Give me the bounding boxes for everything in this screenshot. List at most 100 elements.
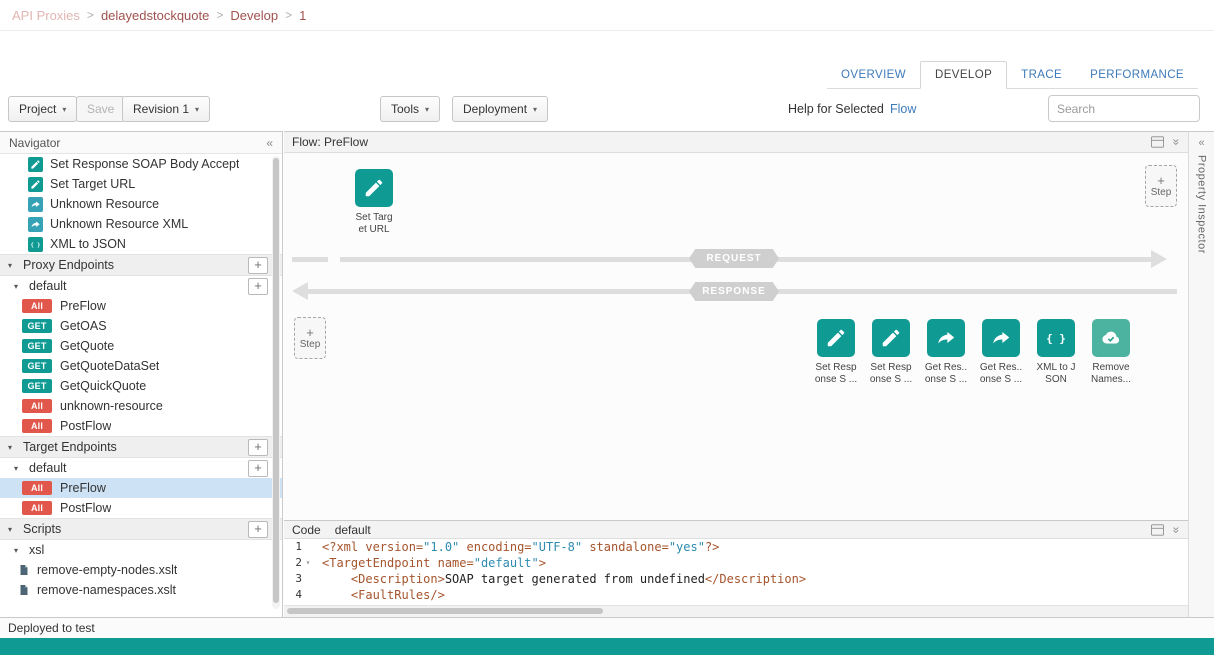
pencil-icon <box>28 157 43 172</box>
add-button[interactable]: + <box>248 521 268 538</box>
nav-file-remove-namespaces-xslt[interactable]: remove-namespaces.xslt <box>0 580 282 600</box>
breadcrumb-item-api-proxies[interactable]: API Proxies <box>12 8 80 23</box>
step-label: Set Response S ... <box>870 362 912 386</box>
selected-flow-link[interactable]: Flow <box>890 102 916 116</box>
flow-step-get-res-onse-s[interactable]: Get Res..onse S ... <box>927 319 965 386</box>
response-steps-row: Set Response S ... Set Response S ... Get … <box>817 319 1130 386</box>
nav-file-remove-empty-nodes-xslt[interactable]: remove-empty-nodes.xslt <box>0 560 282 580</box>
navigator-header: Navigator « <box>0 132 282 154</box>
nav-flow-unknown-resource[interactable]: Allunknown-resource <box>0 396 282 416</box>
nav-item-label: PostFlow <box>60 501 111 515</box>
nav-item-label: remove-empty-nodes.xslt <box>37 563 177 577</box>
braces-icon[interactable]: { } <box>1037 319 1075 357</box>
code-horizontal-scrollbar <box>284 605 1188 617</box>
pencil-icon[interactable] <box>817 319 855 357</box>
add-step-button[interactable]: +Step <box>294 317 326 359</box>
nav-group-xsl[interactable]: ▾xsl <box>0 540 282 560</box>
split-panel-icon[interactable] <box>1150 136 1165 148</box>
nav-section-target-endpoints[interactable]: ▾Target Endpoints+ <box>0 436 282 458</box>
breadcrumb-item-develop[interactable]: Develop <box>230 8 278 23</box>
save-label: Save <box>87 102 114 116</box>
nav-policy-set-target-url[interactable]: Set Target URL <box>0 174 282 194</box>
nav-flow-getquotedataset[interactable]: GETGetQuoteDataSet <box>0 356 282 376</box>
tab-overview[interactable]: OVERVIEW <box>827 62 920 88</box>
revision-label: Revision 1 <box>133 102 189 116</box>
add-button[interactable]: + <box>248 460 268 477</box>
step-label: RemoveNames... <box>1091 362 1131 386</box>
collapse-panel-icon[interactable]: » <box>1171 526 1183 533</box>
revision-menu-button[interactable]: Revision 1 ▾ <box>122 96 210 122</box>
code-text: <?xml version="1.0" encoding="UTF-8" sta… <box>322 539 719 555</box>
flow-step-xml-to-j-son[interactable]: { }XML to JSON <box>1037 319 1075 386</box>
request-tag: REQUEST <box>689 249 779 268</box>
step-label: Set Target URL <box>355 212 392 236</box>
flow-step-remove-names[interactable]: RemoveNames... <box>1092 319 1130 386</box>
flow-step-set-resp-onse-s[interactable]: Set Response S ... <box>872 319 910 386</box>
nav-policy-set-response-soap-body-accept[interactable]: Set Response SOAP Body Accept <box>0 154 282 174</box>
method-badge: All <box>22 399 52 413</box>
tools-menu-button[interactable]: Tools▾ <box>380 96 440 122</box>
split-panel-icon[interactable] <box>1150 524 1165 536</box>
nav-flow-postflow[interactable]: AllPostFlow <box>0 498 282 518</box>
tab-develop[interactable]: DEVELOP <box>920 61 1007 89</box>
scrollbar-thumb[interactable] <box>273 158 279 603</box>
scrollbar-thumb[interactable] <box>287 608 603 614</box>
caret-down-icon: ▾ <box>195 105 199 114</box>
nav-flow-getquote[interactable]: GETGetQuote <box>0 336 282 356</box>
add-step-label: Step <box>300 339 321 350</box>
nav-group-default[interactable]: ▾default+ <box>0 458 282 478</box>
caret-down-icon: ▾ <box>425 105 429 114</box>
forward-icon[interactable] <box>927 319 965 357</box>
tab-trace[interactable]: TRACE <box>1007 62 1076 88</box>
nav-policy-xml-to-json[interactable]: { }XML to JSON <box>0 234 282 254</box>
forward-icon[interactable] <box>982 319 1020 357</box>
add-button[interactable]: + <box>248 439 268 456</box>
line-number[interactable]: 3 <box>284 571 302 587</box>
nav-item-label: remove-namespaces.xslt <box>37 583 176 597</box>
breadcrumb-item-1[interactable]: 1 <box>299 8 306 23</box>
add-step-button[interactable]: +Step <box>1145 165 1177 207</box>
nav-policy-unknown-resource-xml[interactable]: Unknown Resource XML <box>0 214 282 234</box>
nav-flow-preflow[interactable]: AllPreFlow <box>0 478 282 498</box>
line-number[interactable]: 4 <box>284 587 302 603</box>
cloud-icon[interactable] <box>1092 319 1130 357</box>
save-button[interactable]: Save <box>76 96 125 122</box>
collapse-panel-icon[interactable]: » <box>1171 139 1183 146</box>
nav-section-proxy-endpoints[interactable]: ▾Proxy Endpoints+ <box>0 254 282 276</box>
step-label: Get Res..onse S ... <box>925 362 967 386</box>
line-number[interactable]: 1 <box>284 539 302 555</box>
code-context-label[interactable]: default <box>335 523 371 537</box>
add-button[interactable]: + <box>248 278 268 295</box>
nav-flow-getoas[interactable]: GETGetOAS <box>0 316 282 336</box>
nav-item-label: GetQuickQuote <box>60 379 146 393</box>
expand-panel-icon[interactable]: « <box>1198 137 1204 149</box>
footer-bar <box>0 638 1214 655</box>
tab-performance[interactable]: PERFORMANCE <box>1076 62 1198 88</box>
status-bar: Deployed to test <box>0 617 1214 638</box>
help-for-selected-label: Help for Selected <box>788 102 884 116</box>
nav-flow-getquickquote[interactable]: GETGetQuickQuote <box>0 376 282 396</box>
flow-step-set-targ-et-url[interactable]: Set Target URL <box>355 169 393 236</box>
nav-group-default[interactable]: ▾default+ <box>0 276 282 296</box>
breadcrumb-item-delayedstockquote[interactable]: delayedstockquote <box>101 8 209 23</box>
nav-item-label: PreFlow <box>60 481 106 495</box>
pencil-icon[interactable] <box>355 169 393 207</box>
flow-step-get-res-onse-s[interactable]: Get Res..onse S ... <box>982 319 1020 386</box>
nav-flow-postflow[interactable]: AllPostFlow <box>0 416 282 436</box>
deployment-menu-button[interactable]: Deployment▾ <box>452 96 548 122</box>
flow-step-set-resp-onse-s[interactable]: Set Response S ... <box>817 319 855 386</box>
search-input[interactable] <box>1048 95 1200 122</box>
step-label: Get Res..onse S ... <box>980 362 1022 386</box>
add-button[interactable]: + <box>248 257 268 274</box>
nav-policy-unknown-resource[interactable]: Unknown Resource <box>0 194 282 214</box>
pencil-icon[interactable] <box>872 319 910 357</box>
nav-section-scripts[interactable]: ▾Scripts+ <box>0 518 282 540</box>
project-menu-button[interactable]: Project▾ <box>8 96 77 122</box>
collapse-left-icon[interactable]: « <box>266 136 273 150</box>
line-number[interactable]: 2 <box>284 555 302 571</box>
nav-flow-preflow[interactable]: AllPreFlow <box>0 296 282 316</box>
caret-down-icon: ▾ <box>14 282 23 291</box>
fold-icon[interactable]: ▾ <box>302 555 314 571</box>
svg-text:{ }: { } <box>1046 332 1066 345</box>
pencil-icon <box>28 177 43 192</box>
